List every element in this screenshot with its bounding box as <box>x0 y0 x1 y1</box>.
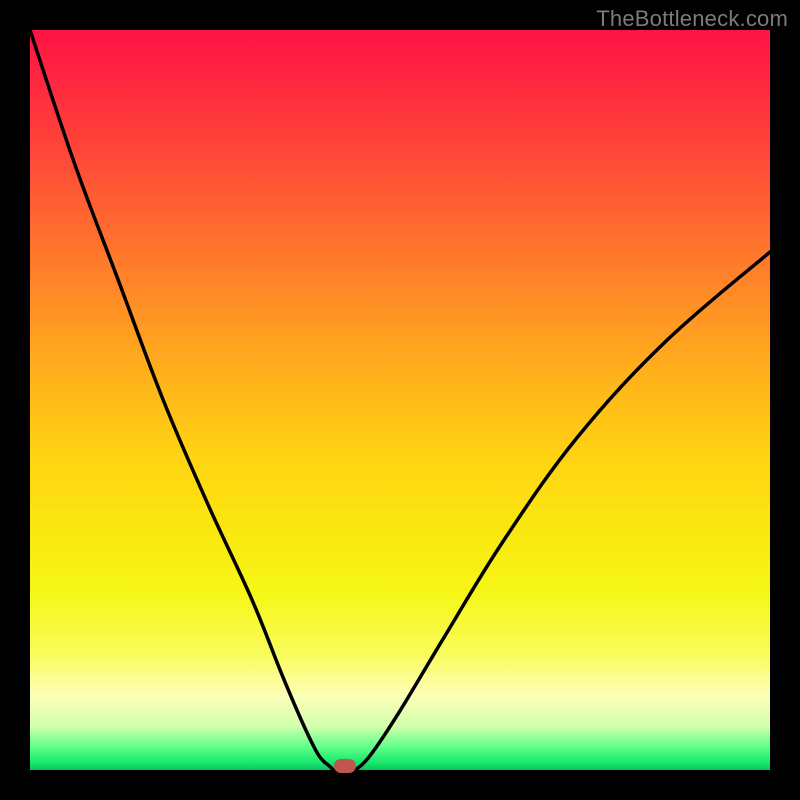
curve-layer <box>30 30 770 770</box>
curve-right-branch <box>356 252 770 770</box>
watermark-text: TheBottleneck.com <box>596 6 788 32</box>
chart-container: TheBottleneck.com <box>0 0 800 800</box>
plot-area <box>30 30 770 770</box>
bottleneck-marker <box>334 759 356 773</box>
curve-left-branch <box>30 30 333 770</box>
